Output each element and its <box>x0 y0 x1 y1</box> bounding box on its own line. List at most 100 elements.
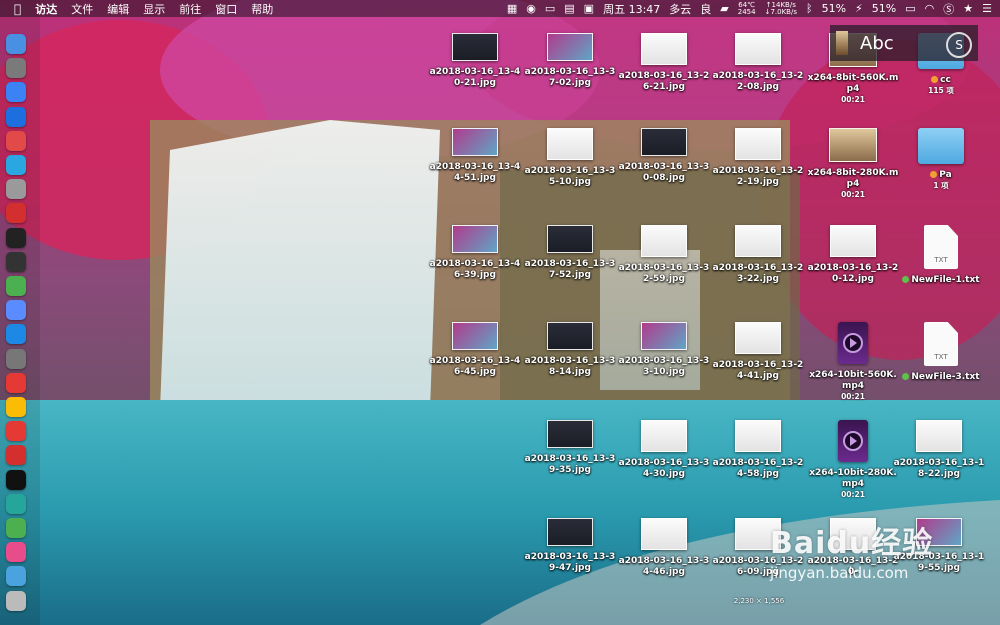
car-icon[interactable]: ▰ <box>720 2 728 15</box>
dock-swap-icon[interactable] <box>6 493 26 514</box>
desktop-item[interactable]: x264-10bit-560K.mp4 00:21 <box>806 322 900 401</box>
net-stats[interactable]: ↑14KB/s ↓7.0KB/s <box>764 1 797 16</box>
menu-app-name[interactable]: 访达 <box>35 1 57 17</box>
dock-maps-icon[interactable] <box>6 276 26 296</box>
desktop-item[interactable]: a2018-03-16_13-26-21.jpg <box>617 33 711 93</box>
dock-preview-icon[interactable] <box>6 106 26 127</box>
dock-launchpad-icon[interactable] <box>6 58 26 79</box>
desktop-item-name: a2018-03-16_13-32-59.jpg <box>618 263 710 284</box>
dock-weibo-icon[interactable] <box>6 421 26 442</box>
menu-file[interactable]: 文件 <box>71 1 93 17</box>
dock-cleanmymac-icon[interactable] <box>6 542 26 563</box>
dock-chrome-icon[interactable] <box>6 397 26 417</box>
clock-text[interactable]: 周五 13:47 <box>603 1 660 17</box>
wechat-icon[interactable]: ◉ <box>526 2 536 15</box>
desktop-item[interactable]: a2018-03-16_13-34-30.jpg <box>617 420 711 480</box>
sogou-icon[interactable]: S <box>946 32 972 58</box>
input-method-panel[interactable]: Abc S <box>830 25 978 61</box>
apple-icon[interactable]:  <box>14 2 21 16</box>
dock-terminal-icon[interactable] <box>6 227 26 248</box>
desktop-item[interactable]: a2018-03-16_13-32-59.jpg <box>617 225 711 285</box>
image-thumbnail <box>641 420 687 452</box>
dock-siri-icon[interactable] <box>6 300 26 321</box>
desktop-item[interactable]: a2018-03-16_13-38-14.jpg <box>523 322 617 378</box>
dock-migration-icon[interactable] <box>6 155 26 175</box>
dock-iterm-icon[interactable] <box>6 469 26 490</box>
desktop-item-label: a2018-03-16_13-22-08.jpg <box>711 71 805 93</box>
desktop-item[interactable]: TXT NewFile-1.txt <box>894 225 988 286</box>
dock-wechat-icon[interactable] <box>6 518 26 538</box>
wifi-icon[interactable]: ◠ <box>925 2 935 15</box>
desktop-item[interactable]: a2018-03-16_13-20-12.jpg <box>806 225 900 285</box>
desktop-item[interactable]: a2018-03-16_13-22-19.jpg <box>711 128 805 188</box>
desktop-item[interactable]: a2018-03-16_13-37-52.jpg <box>523 225 617 281</box>
desktop-item-label: a2018-03-16_13-39-35.jpg <box>523 454 617 476</box>
desktop-item-name: a2018-03-16_13-39-35.jpg <box>524 454 616 475</box>
desktop-item-subtitle: 1 项 <box>933 181 949 190</box>
menu-icon[interactable]: ▤ <box>564 2 574 15</box>
dock-safari-icon[interactable] <box>6 82 26 103</box>
desktop-item-label: a2018-03-16_13-38-14.jpg <box>523 356 617 378</box>
desktop-item[interactable]: a2018-03-16_13-39-47.jpg <box>523 518 617 574</box>
s-icon[interactable]: Ⓢ <box>943 1 954 17</box>
desktop-item-name: Pa <box>939 170 952 180</box>
air-quality-text[interactable]: 良 <box>700 1 711 17</box>
menu-go[interactable]: 前往 <box>179 1 201 17</box>
battery-a-text[interactable]: 51% <box>822 2 846 15</box>
desktop-item[interactable]: a2018-03-16_13-30-08.jpg <box>617 128 711 184</box>
dock-trash-icon[interactable] <box>6 590 26 611</box>
cpu-stats[interactable]: 64℃ 2454 <box>738 1 756 16</box>
battery-b-text[interactable]: 51% <box>872 2 896 15</box>
desktop-item[interactable]: a2018-03-16_13-46-39.jpg <box>428 225 522 281</box>
desktop-item[interactable]: a2018-03-16_13-37-02.jpg <box>523 33 617 89</box>
menu-view[interactable]: 显示 <box>143 1 165 17</box>
net-down-text: ↓7.0KB/s <box>764 7 797 16</box>
desktop-item-label: a2018-03-16_13-40-21.jpg <box>428 67 522 89</box>
dock-finder-icon[interactable] <box>6 34 26 54</box>
desktop-item[interactable]: TXT NewFile-3.txt <box>894 322 988 383</box>
grid-icon[interactable]: ▦ <box>507 2 517 15</box>
dock-calendar-icon[interactable] <box>6 130 26 151</box>
desktop-item[interactable]: a2018-03-16_13-22-08.jpg <box>711 33 805 93</box>
desktop-item[interactable]: a2018-03-16_13-44-51.jpg <box>428 128 522 184</box>
menu-window[interactable]: 窗口 <box>215 1 237 17</box>
desktop-item[interactable]: a2018-03-16_13-34-46.jpg <box>617 518 711 578</box>
dock-folder-icon[interactable] <box>6 566 26 587</box>
dock-console-icon[interactable] <box>6 251 26 272</box>
desktop-item[interactable]: Pa 1 项 <box>894 128 988 190</box>
desktop-item[interactable]: a2018-03-16_13-23-22.jpg <box>711 225 805 285</box>
weather-text[interactable]: 多云 <box>669 1 691 17</box>
desktop-item[interactable]: a2018-03-16_13-46-45.jpg <box>428 322 522 378</box>
dock <box>3 34 29 614</box>
desktop-item[interactable]: x264-10bit-280K.mp4 00:21 <box>806 420 900 499</box>
desktop-item-label: a2018-03-16_13-26-21.jpg <box>617 71 711 93</box>
desktop-item-label: a2018-03-16_13-23-22.jpg <box>711 263 805 285</box>
menu-help[interactable]: 帮助 <box>251 1 273 17</box>
battery-icon[interactable]: ▭ <box>905 2 915 15</box>
desktop-item[interactable]: a2018-03-16_13-35-10.jpg <box>523 128 617 188</box>
desktop-item[interactable]: a2018-03-16_13-18-22.jpg <box>892 420 986 480</box>
desktop-item[interactable]: x264-8bit-280K.mp4 00:21 <box>806 128 900 199</box>
desktop-item-label: a2018-03-16_13-34-46.jpg <box>617 556 711 578</box>
text-file-icon: TXT <box>924 225 958 269</box>
monitor-icon[interactable]: ▭ <box>545 2 555 15</box>
desktop-item[interactable]: a2018-03-16_13-33-10.jpg <box>617 322 711 378</box>
dock-yandex-icon[interactable] <box>6 372 26 393</box>
desktop-item[interactable]: a2018-03-16_13-40-21.jpg <box>428 33 522 89</box>
list-icon[interactable]: ☰ <box>982 2 992 15</box>
image-thumbnail <box>452 33 498 61</box>
desktop-item[interactable]: a2018-03-16_13-24-41.jpg <box>711 322 805 382</box>
dock-photo-icon[interactable] <box>6 179 26 200</box>
bluetooth-icon[interactable]: ᛒ <box>806 2 813 15</box>
dock-appstore-icon[interactable] <box>6 324 26 345</box>
video-thumbnail <box>838 420 868 462</box>
dock-vivaldi-icon[interactable] <box>6 445 26 466</box>
picture-icon[interactable]: ▣ <box>584 2 594 15</box>
desktop-item[interactable]: a2018-03-16_13-24-58.jpg <box>711 420 805 480</box>
dock-prefs-icon[interactable] <box>6 348 26 369</box>
desktop-item[interactable]: a2018-03-16_13-39-35.jpg <box>523 420 617 476</box>
menu-edit[interactable]: 编辑 <box>107 1 129 17</box>
image-thumbnail <box>735 225 781 257</box>
star-icon[interactable]: ★ <box>963 2 973 15</box>
dock-netease-icon[interactable] <box>6 203 26 224</box>
